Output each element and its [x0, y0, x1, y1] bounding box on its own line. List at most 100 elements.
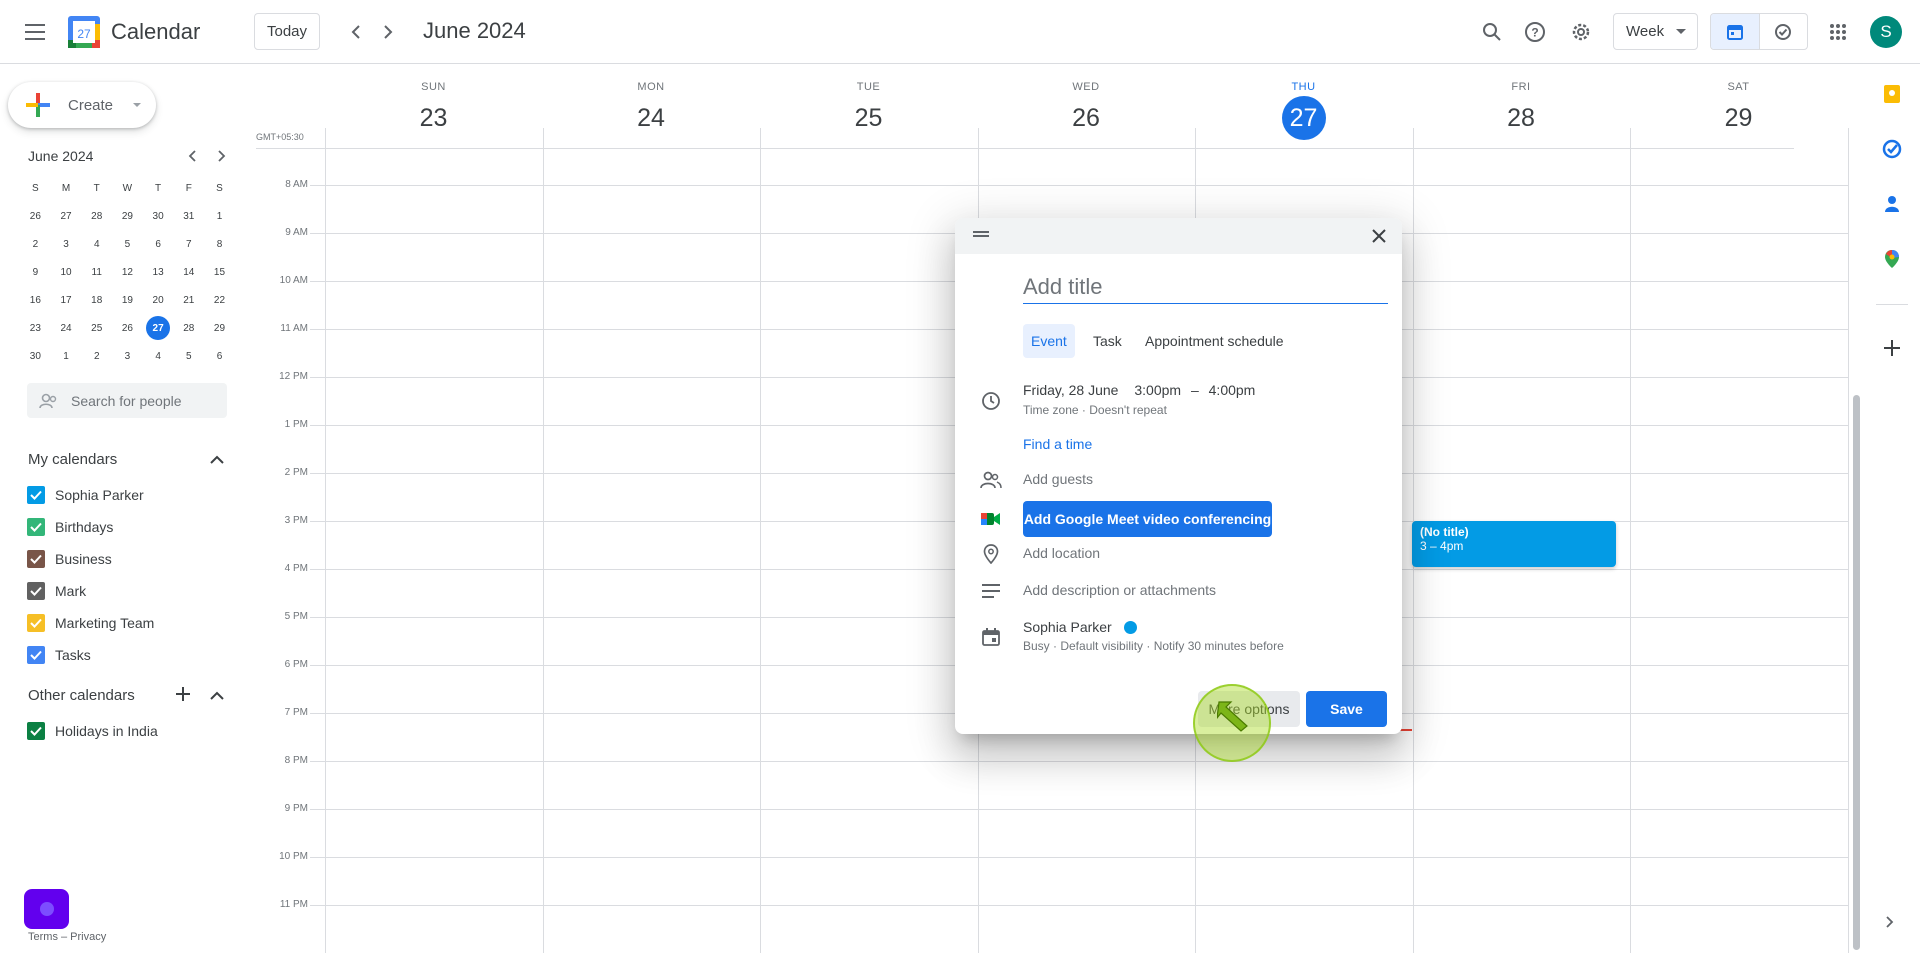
event-title-input[interactable]: Add title: [1023, 274, 1388, 304]
day-number[interactable]: 29: [1717, 96, 1761, 140]
day-number[interactable]: 23: [412, 96, 456, 140]
settings-gear-icon[interactable]: [1561, 12, 1601, 52]
help-icon[interactable]: ?: [1515, 12, 1555, 52]
view-select[interactable]: Week: [1613, 13, 1698, 50]
mini-day-cell[interactable]: 4: [81, 230, 112, 258]
day-header-thu[interactable]: THU 27: [1195, 64, 1412, 140]
collapse-other-calendars-icon[interactable]: [210, 691, 224, 700]
mini-day-cell[interactable]: 29: [204, 314, 235, 342]
mini-day-cell[interactable]: 31: [173, 202, 204, 230]
calendar-item[interactable]: Birthdays: [27, 514, 113, 540]
mini-day-cell[interactable]: 3: [112, 342, 143, 370]
date-time-line[interactable]: Friday, 28 June 3:00pm – 4:00pm: [1023, 382, 1255, 398]
mini-day-cell[interactable]: 27: [143, 314, 174, 342]
mini-day-cell[interactable]: 1: [204, 202, 235, 230]
day-header-mon[interactable]: MON 24: [543, 64, 760, 140]
mini-day-cell[interactable]: 11: [81, 258, 112, 286]
add-addon-plus-icon[interactable]: [1884, 340, 1900, 356]
drag-handle-icon[interactable]: [973, 230, 989, 238]
add-guests-field[interactable]: Add guests: [1023, 471, 1093, 487]
apps-grid-icon[interactable]: [1818, 12, 1858, 52]
mini-day-cell[interactable]: 8: [204, 230, 235, 258]
next-week-icon[interactable]: [368, 12, 408, 52]
calendar-item[interactable]: Sophia Parker: [27, 482, 144, 508]
mini-day-cell[interactable]: 26: [112, 314, 143, 342]
mini-next-month-icon[interactable]: [218, 150, 226, 162]
checkbox-checked-icon[interactable]: [27, 518, 45, 536]
tasks-icon[interactable]: [1882, 139, 1902, 159]
collapse-my-calendars-icon[interactable]: [210, 455, 224, 464]
calendar-item[interactable]: Holidays in India: [27, 718, 158, 744]
calendar-item[interactable]: Marketing Team: [27, 610, 154, 636]
calendar-item[interactable]: Tasks: [27, 642, 91, 668]
mini-day-selected[interactable]: 27: [146, 316, 171, 340]
day-number[interactable]: 25: [847, 96, 891, 140]
mini-day-cell[interactable]: 6: [204, 342, 235, 370]
day-header-tue[interactable]: TUE 25: [760, 64, 977, 140]
tasks-view-icon[interactable]: [1758, 14, 1807, 49]
day-header-wed[interactable]: WED 26: [978, 64, 1195, 140]
mini-day-cell[interactable]: 2: [20, 230, 51, 258]
create-button[interactable]: Create: [8, 82, 156, 128]
mini-day-cell[interactable]: 28: [81, 202, 112, 230]
checkbox-checked-icon[interactable]: [27, 582, 45, 600]
add-location-field[interactable]: Add location: [1023, 545, 1100, 561]
day-header-sun[interactable]: SUN 23: [325, 64, 542, 140]
mini-day-cell[interactable]: 15: [204, 258, 235, 286]
event-start-time[interactable]: 3:00pm: [1134, 382, 1181, 398]
mini-day-cell[interactable]: 3: [51, 230, 82, 258]
main-menu-icon[interactable]: [16, 12, 56, 52]
save-button[interactable]: Save: [1306, 691, 1387, 727]
mini-day-cell[interactable]: 23: [20, 314, 51, 342]
mini-day-cell[interactable]: 5: [173, 342, 204, 370]
calendar-item[interactable]: Mark: [27, 578, 86, 604]
timezone-repeat-line[interactable]: Time zone · Doesn't repeat: [1023, 403, 1167, 417]
mini-day-cell[interactable]: 5: [112, 230, 143, 258]
maps-icon[interactable]: [1882, 249, 1902, 269]
scrollbar[interactable]: [1853, 395, 1860, 950]
day-number[interactable]: 27: [1281, 96, 1326, 140]
mini-day-cell[interactable]: 7: [173, 230, 204, 258]
find-a-time-link[interactable]: Find a time: [1023, 436, 1092, 452]
checkbox-checked-icon[interactable]: [27, 722, 45, 740]
tab-task[interactable]: Task: [1085, 324, 1130, 358]
mini-day-cell[interactable]: 20: [143, 286, 174, 314]
mini-day-cell[interactable]: 26: [20, 202, 51, 230]
mini-day-cell[interactable]: 1: [51, 342, 82, 370]
close-icon[interactable]: [1370, 227, 1388, 245]
mini-day-cell[interactable]: 19: [112, 286, 143, 314]
mini-day-cell[interactable]: 18: [81, 286, 112, 314]
event-block[interactable]: (No title) 3 – 4pm: [1412, 521, 1616, 567]
day-number[interactable]: 28: [1499, 96, 1543, 140]
checkbox-checked-icon[interactable]: [27, 550, 45, 568]
mini-day-cell[interactable]: 27: [51, 202, 82, 230]
mini-day-cell[interactable]: 9: [20, 258, 51, 286]
contacts-icon[interactable]: [1882, 194, 1902, 214]
mini-day-cell[interactable]: 24: [51, 314, 82, 342]
mini-day-cell[interactable]: 30: [20, 342, 51, 370]
day-number[interactable]: 24: [629, 96, 673, 140]
search-icon[interactable]: [1472, 12, 1512, 52]
mini-day-cell[interactable]: 17: [51, 286, 82, 314]
mini-day-cell[interactable]: 6: [143, 230, 174, 258]
mini-day-cell[interactable]: 2: [81, 342, 112, 370]
tab-event[interactable]: Event: [1023, 324, 1075, 358]
mini-day-cell[interactable]: 13: [143, 258, 174, 286]
mini-day-cell[interactable]: 29: [112, 202, 143, 230]
add-calendar-plus-icon[interactable]: [176, 687, 190, 701]
checkbox-checked-icon[interactable]: [27, 614, 45, 632]
mini-day-cell[interactable]: 12: [112, 258, 143, 286]
expand-panel-chevron-icon[interactable]: [1886, 916, 1894, 928]
add-description-field[interactable]: Add description or attachments: [1023, 582, 1216, 598]
mini-prev-month-icon[interactable]: [188, 150, 196, 162]
mini-day-cell[interactable]: 21: [173, 286, 204, 314]
today-button[interactable]: Today: [254, 13, 320, 50]
mini-day-cell[interactable]: 25: [81, 314, 112, 342]
dialog-drag-bar[interactable]: [955, 218, 1402, 254]
day-header-sat[interactable]: SAT 29: [1630, 64, 1847, 140]
mini-day-cell[interactable]: 10: [51, 258, 82, 286]
mini-day-cell[interactable]: 14: [173, 258, 204, 286]
mini-day-cell[interactable]: 16: [20, 286, 51, 314]
account-avatar[interactable]: S: [1870, 16, 1902, 48]
day-header-fri[interactable]: FRI 28: [1413, 64, 1630, 140]
